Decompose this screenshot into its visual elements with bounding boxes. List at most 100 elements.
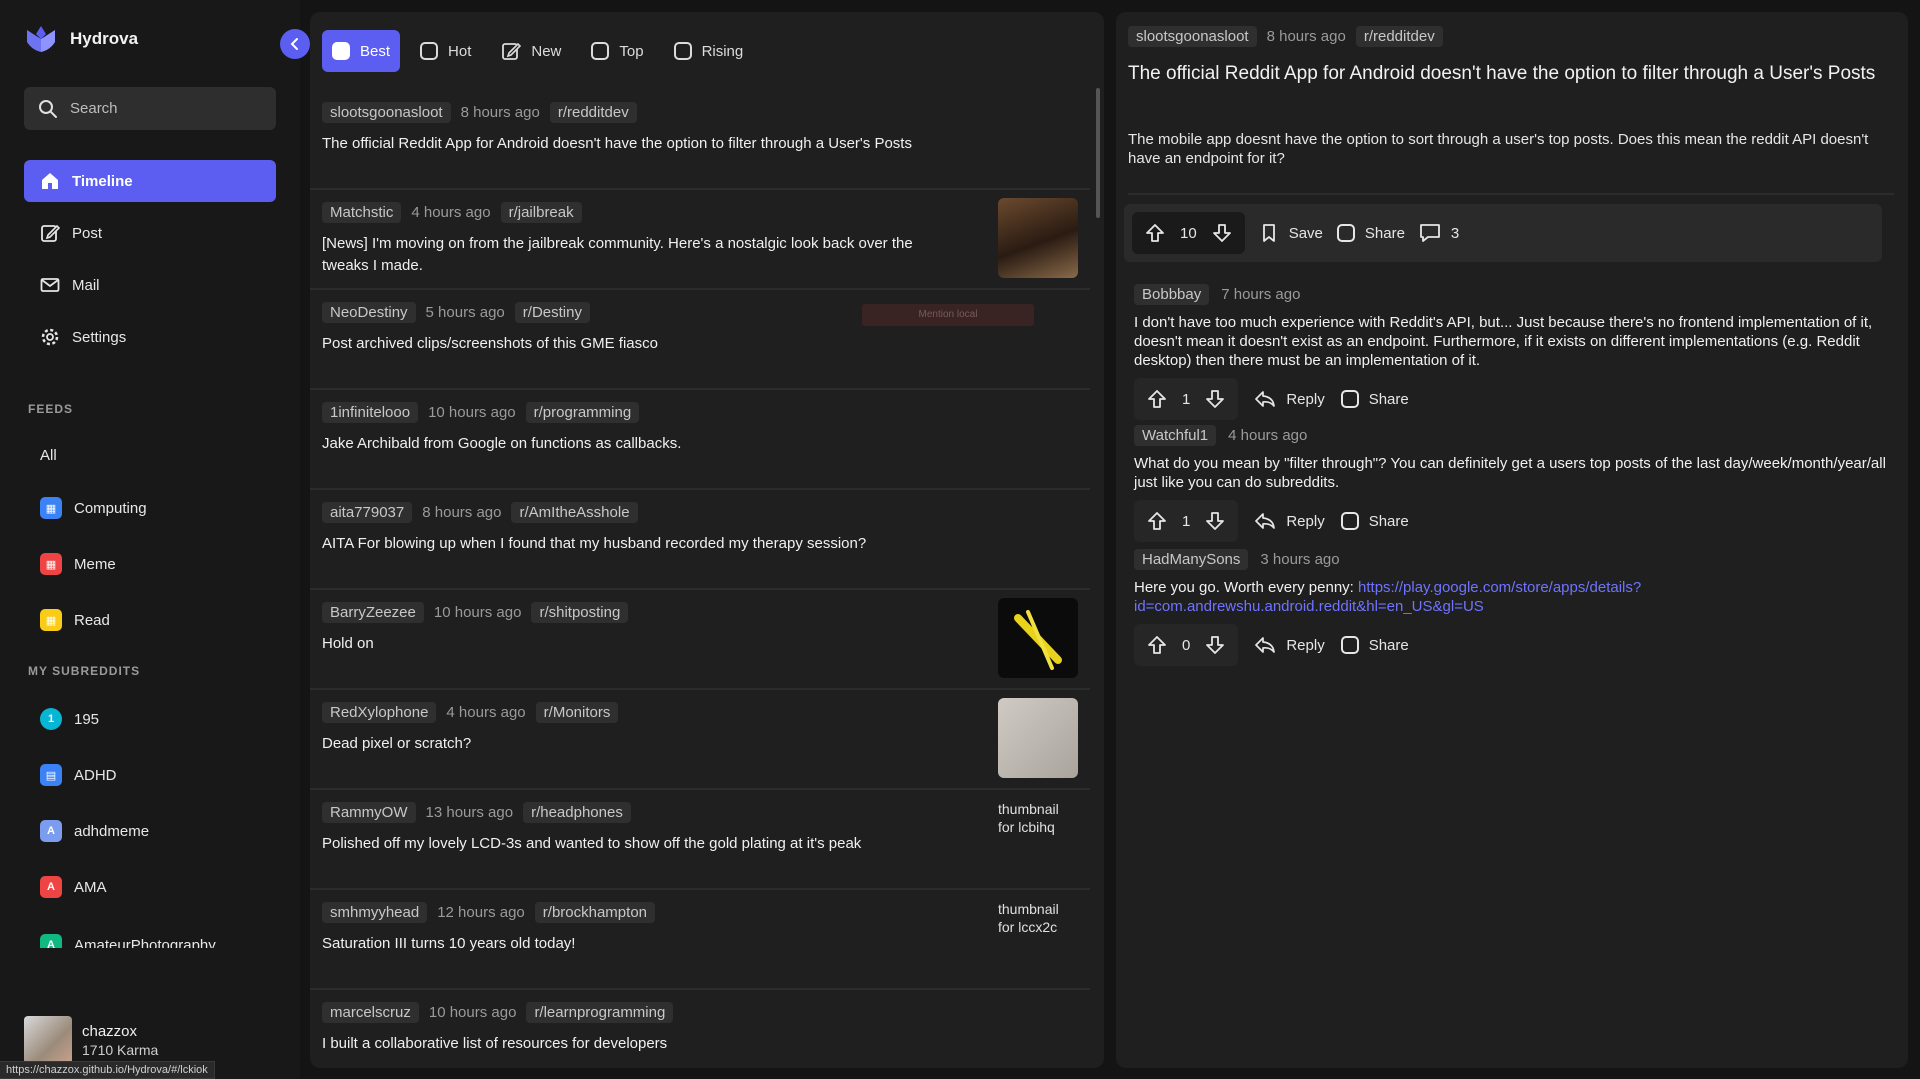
post-author[interactable]: RammyOW xyxy=(322,802,416,823)
downvote-icon[interactable] xyxy=(1211,222,1233,244)
upvote-icon[interactable] xyxy=(1144,222,1166,244)
post-subreddit[interactable]: r/brockhampton xyxy=(534,902,655,923)
feed-item-computing[interactable]: ▦ Computing xyxy=(40,493,147,523)
detail-subreddit[interactable]: r/redditdev xyxy=(1355,26,1443,47)
subreddit-icon: 1 xyxy=(40,708,62,730)
brand[interactable]: Hydrova xyxy=(24,24,138,54)
post-author[interactable]: 1infinitelooo xyxy=(322,402,419,423)
post-item[interactable]: RedXylophone 4 hours ago r/Monitors Dead p… xyxy=(310,690,1090,790)
post-subreddit[interactable]: r/Destiny xyxy=(514,302,590,323)
app-window: Hydrova Timeline Post Mail Settings FEED… xyxy=(0,0,1920,1079)
post-subreddit[interactable]: r/Monitors xyxy=(535,702,619,723)
post-thumbnail[interactable] xyxy=(998,698,1078,778)
post-subreddit[interactable]: r/programming xyxy=(525,402,640,423)
sidebar-item-mail[interactable]: Mail xyxy=(24,264,276,306)
comments-button[interactable]: 3 xyxy=(1419,223,1459,243)
post-item[interactable]: aita779037 8 hours ago r/AmItheAsshole AIT… xyxy=(310,490,1090,590)
user-profile[interactable]: chazzox 1710 Karma xyxy=(24,1016,158,1064)
share-button[interactable]: Share xyxy=(1340,390,1409,408)
sidebar-item-post[interactable]: Post xyxy=(24,212,276,254)
post-item[interactable]: BarryZeezee 10 hours ago r/shitposting Hol… xyxy=(310,590,1090,690)
post-time: 10 hours ago xyxy=(428,404,516,421)
save-button[interactable]: Save xyxy=(1259,223,1323,243)
subreddit-item-adhd[interactable]: ▤ ADHD xyxy=(40,760,117,790)
reply-button[interactable]: Reply xyxy=(1254,635,1325,655)
detail-author[interactable]: slootsgoonasloot xyxy=(1128,26,1257,47)
share-button[interactable]: Share xyxy=(1340,636,1409,654)
post-thumbnail[interactable] xyxy=(998,598,1078,678)
search-box[interactable] xyxy=(24,87,276,130)
post-author[interactable]: aita779037 xyxy=(322,502,413,523)
comment-author[interactable]: Bobbbay xyxy=(1134,284,1210,305)
post-author[interactable]: smhmyyhead xyxy=(322,902,428,923)
upvote-icon[interactable] xyxy=(1146,510,1168,532)
search-input[interactable] xyxy=(70,100,250,117)
detail-title: The official Reddit App for Android does… xyxy=(1128,63,1876,84)
share-button[interactable]: Share xyxy=(1340,512,1409,530)
comment-score: 1 xyxy=(1182,512,1191,530)
post-subreddit[interactable]: r/shitposting xyxy=(531,602,629,623)
feed-item-all[interactable]: All xyxy=(40,440,57,470)
sidebar-item-label: Mail xyxy=(72,276,100,294)
post-item[interactable]: RammyOW 13 hours ago r/headphones Polished… xyxy=(310,790,1090,890)
bookmark-icon xyxy=(1262,224,1275,242)
post-author[interactable]: slootsgoonasloot xyxy=(322,102,451,123)
tab-top[interactable]: Top xyxy=(581,30,653,72)
share-icon xyxy=(1340,512,1359,530)
subreddit-item-amateurphotography[interactable]: A AmateurPhotography xyxy=(40,930,216,948)
post-thumbnail-alt[interactable]: thumbnail for lccx2c xyxy=(998,900,1078,936)
share-button[interactable]: Share xyxy=(1336,224,1405,242)
post-subreddit[interactable]: r/jailbreak xyxy=(500,202,582,223)
post-item[interactable]: marcelscruz 10 hours ago r/learnprogrammin… xyxy=(310,990,1090,1068)
feed-item-meme[interactable]: ▦ Meme xyxy=(40,549,116,579)
post-author[interactable]: NeoDestiny xyxy=(322,302,416,323)
home-icon xyxy=(42,173,58,189)
upvote-icon[interactable] xyxy=(1146,634,1168,656)
downvote-icon[interactable] xyxy=(1204,634,1226,656)
post-author[interactable]: BarryZeezee xyxy=(322,602,424,623)
tab-rising[interactable]: Rising xyxy=(664,30,754,72)
feed-scrollbar[interactable] xyxy=(1096,88,1100,218)
subreddit-item-adhdmeme[interactable]: A adhdmeme xyxy=(40,816,149,846)
subreddit-item-ama[interactable]: A AMA xyxy=(40,872,107,902)
post-time: 8 hours ago xyxy=(422,504,502,521)
post-item[interactable]: Matchstic 4 hours ago r/jailbreak [News] I… xyxy=(310,190,1090,290)
upvote-icon[interactable] xyxy=(1146,388,1168,410)
downvote-icon[interactable] xyxy=(1204,388,1226,410)
post-subreddit[interactable]: r/AmItheAsshole xyxy=(511,502,638,523)
post-subreddit[interactable]: r/redditdev xyxy=(549,102,637,123)
collapse-sidebar-button[interactable] xyxy=(280,29,310,59)
post-item[interactable]: NeoDestiny 5 hours ago r/Destiny Post arch… xyxy=(310,290,1090,390)
tab-new[interactable]: New xyxy=(491,30,571,72)
comment-icon xyxy=(1420,224,1440,242)
downvote-icon[interactable] xyxy=(1204,510,1226,532)
post-subreddit[interactable]: r/learnprogramming xyxy=(526,1002,674,1023)
reply-button[interactable]: Reply xyxy=(1254,511,1325,531)
checkbox-icon xyxy=(591,42,610,60)
comment-author[interactable]: HadManySons xyxy=(1134,549,1249,570)
tab-label: Hot xyxy=(448,42,472,60)
sidebar-item-timeline[interactable]: Timeline xyxy=(24,160,276,202)
feed-item-read[interactable]: ▦ Read xyxy=(40,605,110,635)
share-label: Share xyxy=(1368,390,1409,408)
comment-time: 4 hours ago xyxy=(1228,427,1308,444)
post-thumbnail[interactable] xyxy=(998,198,1078,278)
comment-score: 0 xyxy=(1182,636,1191,654)
tab-best[interactable]: Best xyxy=(322,30,401,72)
post-author[interactable]: Matchstic xyxy=(322,202,402,223)
comment-author[interactable]: Watchful1 xyxy=(1134,425,1217,446)
sidebar-item-settings[interactable]: Settings xyxy=(24,316,276,358)
post-item[interactable]: 1infinitelooo 10 hours ago r/programming J… xyxy=(310,390,1090,490)
app-name: Hydrova xyxy=(70,29,139,48)
tab-hot[interactable]: Hot xyxy=(410,30,481,72)
post-thumbnail-alt[interactable]: thumbnail for lcbihq xyxy=(998,800,1078,836)
post-item[interactable]: smhmyyhead 12 hours ago r/brockhampton Sat… xyxy=(310,890,1090,990)
post-author[interactable]: RedXylophone xyxy=(322,702,437,723)
subreddit-item-195[interactable]: 1 195 xyxy=(40,704,99,734)
post-author[interactable]: marcelscruz xyxy=(322,1002,419,1023)
post-subreddit[interactable]: r/headphones xyxy=(523,802,631,823)
post-item[interactable]: slootsgoonasloot 8 hours ago r/redditdev T… xyxy=(310,90,1090,190)
post-title: Polished off my lovely LCD-3s and wanted… xyxy=(322,835,862,852)
reply-button[interactable]: Reply xyxy=(1254,389,1325,409)
post-time: 4 hours ago xyxy=(411,204,491,221)
